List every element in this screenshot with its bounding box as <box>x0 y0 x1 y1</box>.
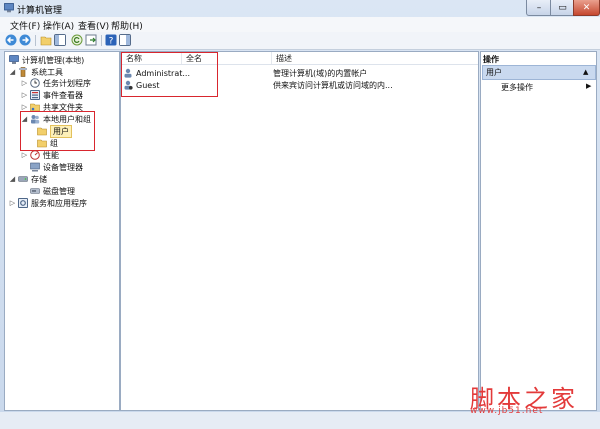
toolbar-separator <box>35 35 36 46</box>
menu-action[interactable]: 操作(A) <box>43 19 74 32</box>
console-tree-pane: 计算机管理(本地) ◢ 系统工具 ▷ 任务计划程序 ▷ 事件查看器 ▷ 共享文件… <box>4 51 120 411</box>
expanded-arrow-icon[interactable]: ◢ <box>9 175 16 183</box>
clock-icon <box>30 78 40 88</box>
column-header-description[interactable]: 描述 <box>276 53 292 64</box>
show-hide-tree-icon[interactable] <box>54 34 66 46</box>
actions-header: 操作 <box>483 55 499 64</box>
tree-node-root[interactable]: 计算机管理(本地) <box>7 54 84 66</box>
expanded-arrow-icon[interactable]: ◢ <box>9 68 16 76</box>
services-icon <box>18 198 28 208</box>
collapse-arrow-icon[interactable]: ▲ <box>583 68 588 76</box>
collapsed-arrow-icon[interactable]: ▷ <box>21 151 28 159</box>
collapsed-arrow-icon[interactable]: ▷ <box>9 199 16 207</box>
tree-node-task-scheduler[interactable]: ▷ 任务计划程序 <box>21 77 91 89</box>
minimize-button[interactable]: – <box>526 0 552 16</box>
tree-node-storage[interactable]: ◢ 存储 <box>9 173 47 185</box>
tools-icon <box>19 67 27 77</box>
forward-arrow-icon[interactable] <box>19 34 31 46</box>
action-pane-toggle-icon[interactable] <box>119 34 131 46</box>
disk-icon <box>30 188 40 194</box>
export-list-icon[interactable] <box>85 34 97 46</box>
window-title: 计算机管理 <box>17 6 63 16</box>
title-bar: 计算机管理 – ▭ ✕ <box>0 0 600 17</box>
device-manager-icon <box>30 162 40 172</box>
tree-node-services-apps[interactable]: ▷ 服务和应用程序 <box>9 197 87 209</box>
column-divider[interactable] <box>271 52 272 64</box>
actions-pane: 操作 用户 ▲ 更多操作 ▶ <box>480 51 597 411</box>
menu-view[interactable]: 查看(V) <box>78 19 109 32</box>
more-actions-link[interactable]: 更多操作 <box>501 82 533 93</box>
close-button[interactable]: ✕ <box>573 0 600 16</box>
back-arrow-icon[interactable] <box>5 34 17 46</box>
tree-highlight-box <box>20 111 95 151</box>
tree-node-event-viewer[interactable]: ▷ 事件查看器 <box>21 89 83 101</box>
toolbar: ? <box>0 32 600 50</box>
maximize-button[interactable]: ▭ <box>550 0 575 16</box>
storage-icon <box>18 176 28 182</box>
details-list-pane: 名称 全名 描述 Administrat... 管理计算机(域)的内置帐户 Gu… <box>120 51 479 411</box>
up-folder-icon[interactable] <box>40 34 52 46</box>
menu-help[interactable]: 帮助(H) <box>111 19 143 32</box>
menu-file[interactable]: 文件(F) <box>10 19 40 32</box>
watermark-url: www.jb51.net <box>470 406 544 416</box>
computer-icon <box>9 55 19 64</box>
performance-icon <box>30 150 40 160</box>
collapsed-arrow-icon[interactable]: ▷ <box>21 91 28 99</box>
help-icon[interactable]: ? <box>105 34 117 46</box>
collapsed-arrow-icon[interactable]: ▷ <box>21 103 28 111</box>
event-viewer-icon <box>30 90 40 100</box>
submenu-arrow-icon: ▶ <box>586 82 592 90</box>
actions-section-users[interactable]: 用户 ▲ <box>482 65 596 80</box>
svg-text:?: ? <box>109 37 114 47</box>
computer-management-window: 计算机管理 – ▭ ✕ 文件(F) 操作(A) 查看(V) 帮助(H) ? 计算… <box>0 0 600 429</box>
tree-node-disk-management[interactable]: 磁盘管理 <box>28 185 75 197</box>
toolbar-separator <box>101 35 102 46</box>
tree-node-device-manager[interactable]: 设备管理器 <box>28 161 83 173</box>
computer-management-icon <box>4 3 14 13</box>
collapsed-arrow-icon[interactable]: ▷ <box>21 79 28 87</box>
list-highlight-box <box>121 52 218 97</box>
menu-bar: 文件(F) 操作(A) 查看(V) 帮助(H) <box>0 17 600 32</box>
refresh-icon[interactable] <box>71 34 83 46</box>
